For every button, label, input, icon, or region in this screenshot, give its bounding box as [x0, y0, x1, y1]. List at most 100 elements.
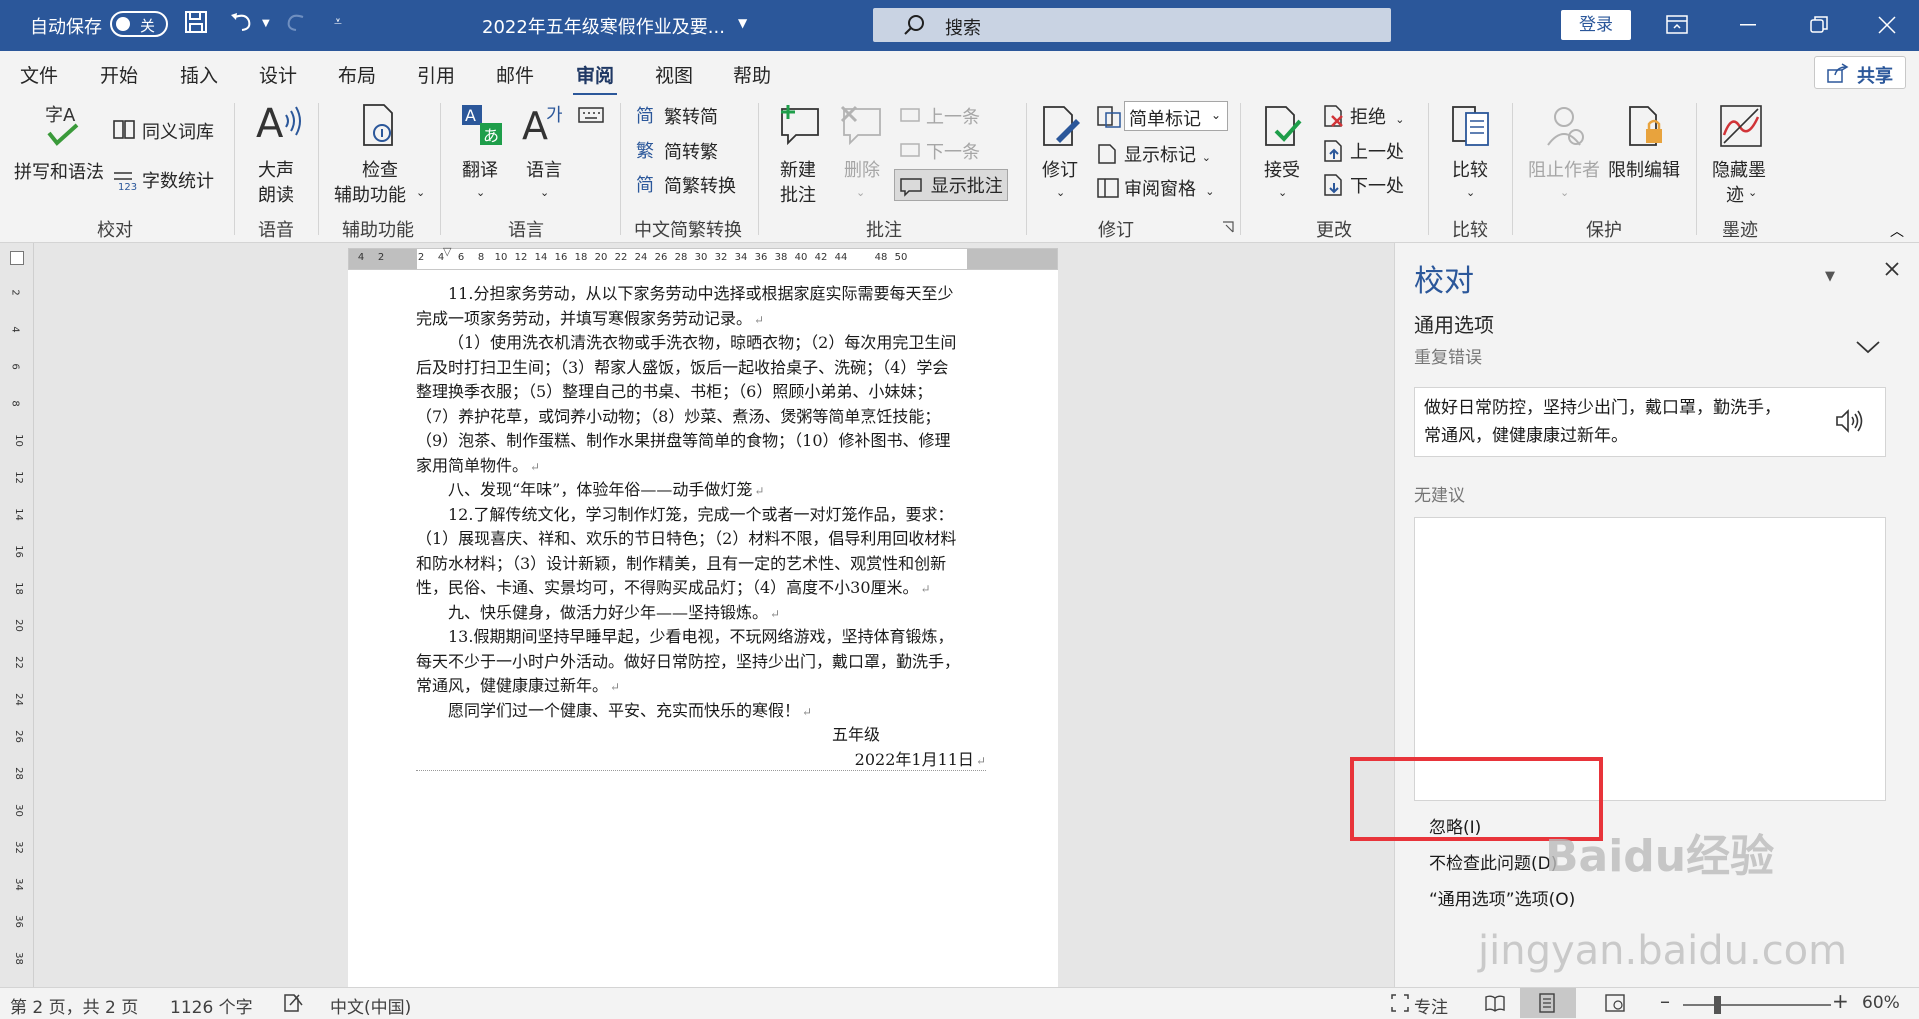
zoom-slider[interactable]: [1683, 1004, 1831, 1006]
login-button[interactable]: 登录: [1561, 10, 1631, 40]
check-accessibility-button[interactable]: 检查 辅助功能 ⌄: [334, 100, 426, 210]
wordcount-button[interactable]: 123 字数统计: [112, 167, 214, 193]
document-line[interactable]: （7）养护花草，或饲养小动物；（8）炒菜、煮汤、煲粥等简单烹饪技能；: [416, 403, 940, 427]
document-line[interactable]: 九、快乐健身，做活力好少年——坚持锻炼。 ↵: [448, 599, 780, 623]
search-box[interactable]: 搜索: [873, 8, 1391, 42]
show-markup-button[interactable]: 显示标记 ⌄: [1096, 141, 1211, 167]
tab-home[interactable]: 开始: [100, 61, 138, 88]
pane-options-icon[interactable]: ▼: [1825, 269, 1835, 284]
speaker-icon[interactable]: [1835, 408, 1865, 434]
tab-file[interactable]: 文件: [20, 61, 58, 88]
document-line[interactable]: 2022年1月11日 ↵: [416, 746, 986, 771]
tab-help[interactable]: 帮助: [733, 61, 771, 88]
word-count[interactable]: 1126 个字: [170, 993, 253, 1018]
restore-icon[interactable]: [1788, 0, 1848, 51]
document-line[interactable]: 家用简单物件。 ↵: [416, 452, 540, 476]
print-layout-icon[interactable]: [1520, 988, 1576, 1018]
context-box: 做好日常防控，坚持少出门，戴口罩，勤洗手， 常通风，健健康康过新年。: [1414, 387, 1886, 457]
tab-review[interactable]: 审阅: [572, 61, 618, 96]
compare-button[interactable]: 比较 ⌄: [1448, 100, 1494, 210]
document-line[interactable]: 12.了解传统文化，学习制作灯笼，完成一个或者一对灯笼作品，要求：: [448, 501, 953, 525]
proofing-status-icon[interactable]: [282, 993, 304, 1013]
share-button[interactable]: 共享: [1814, 56, 1906, 89]
translate-button[interactable]: Aあ 翻译 ⌄: [456, 100, 506, 210]
customize-qat-icon[interactable]: ⩡: [334, 14, 342, 30]
web-layout-icon[interactable]: [1604, 993, 1626, 1013]
s2t-button[interactable]: 繁 简转繁: [636, 138, 718, 164]
document-line[interactable]: 后及时打扫卫生间；（3）帮家人盛饭，饭后一起收拾桌子、洗碗；（4）学会: [416, 354, 948, 378]
first-line-indent-marker-icon[interactable]: ▽: [443, 245, 451, 258]
track-changes-button[interactable]: 修订 ⌄: [1040, 100, 1086, 210]
accept-button[interactable]: 接受 ⌄: [1262, 100, 1308, 210]
language-button[interactable]: A가 语言 ⌄: [520, 100, 570, 210]
tab-view[interactable]: 视图: [655, 61, 693, 88]
tab-selector-icon[interactable]: [10, 251, 24, 265]
ribbon-display-options-icon[interactable]: [1648, 0, 1708, 51]
horizontal-ruler[interactable]: 4 2 2 4 6 8 10 12 14 16 18 20 22 24 26 28 30 32 34 36 38 40 42…: [348, 245, 1058, 270]
new-comment-button[interactable]: 新建 批注: [774, 100, 824, 210]
title-dropdown-icon[interactable]: ▼: [738, 16, 747, 30]
document-line[interactable]: 五年级: [832, 721, 880, 745]
zoom-in-icon[interactable]: +: [1832, 989, 1849, 1013]
reject-button[interactable]: 拒绝 ⌄: [1322, 103, 1404, 129]
tracking-dialog-launcher-icon[interactable]: [1222, 221, 1234, 233]
show-comments-button[interactable]: 显示批注: [894, 169, 1008, 201]
document-line[interactable]: 和防水材料；（3）设计新颖，制作精美，且有一定的艺术性、观赏性和创新: [416, 550, 946, 574]
tab-references[interactable]: 引用: [417, 61, 455, 88]
document-line[interactable]: 完成一项家务劳动，并填写寒假家务劳动记录。 ↵: [416, 305, 764, 329]
prev-change-button[interactable]: 上一处: [1322, 138, 1404, 164]
minimize-icon[interactable]: [1718, 0, 1778, 51]
close-window-icon[interactable]: [1856, 0, 1916, 51]
hide-ink-button[interactable]: 隐藏墨 迹 ⌄: [1712, 100, 1768, 210]
t2s-button[interactable]: 简 繁转简: [636, 103, 718, 129]
document-title[interactable]: 2022年五年级寒假作业及要...: [482, 13, 725, 39]
prev-comment-button: 上一条: [898, 103, 980, 129]
document-line[interactable]: （1）使用洗衣机清洗衣物或手洗衣物，晾晒衣物；（2）每次用完卫生间: [448, 329, 956, 353]
save-icon[interactable]: [183, 9, 209, 35]
tab-mailings[interactable]: 邮件: [496, 61, 534, 88]
hide-ink-dropdown-icon: ⌄: [1748, 186, 1758, 199]
zoom-slider-thumb[interactable]: [1714, 996, 1721, 1014]
restrict-editing-button[interactable]: 限制编辑: [1608, 100, 1682, 210]
review-pane-button[interactable]: 审阅窗格 ⌄: [1096, 175, 1214, 201]
focus-icon[interactable]: [1390, 993, 1410, 1013]
autosave-toggle[interactable]: 关: [110, 11, 168, 37]
document-line[interactable]: 常通风，健健康康过新年。 ↵: [416, 672, 620, 696]
group-protect-label: 保护: [1586, 220, 1622, 241]
pane-close-icon[interactable]: [1884, 261, 1900, 277]
language-status[interactable]: 中文(中国): [330, 993, 411, 1018]
read-aloud-button[interactable]: A 大声 朗读: [256, 100, 302, 210]
undo-icon[interactable]: [228, 9, 256, 35]
thesaurus-button[interactable]: 同义词库: [112, 118, 214, 144]
keyboard-icon[interactable]: [578, 107, 604, 123]
proofing-options-link[interactable]: “通用选项”选项(O): [1429, 885, 1575, 910]
expand-chevron-icon[interactable]: [1855, 339, 1881, 355]
document-line[interactable]: 11.分担家务劳动，从以下家务劳动中选择或根据家庭实际需要每天至少: [448, 280, 953, 304]
document-line[interactable]: （9）泡茶、制作蛋糕、制作水果拼盘等简单的食物；（10）修补图书、修理: [416, 427, 951, 451]
tab-design[interactable]: 设计: [259, 61, 297, 88]
next-change-button[interactable]: 下一处: [1322, 172, 1404, 198]
dont-check-option[interactable]: 不检查此问题(D): [1429, 849, 1557, 874]
undo-dropdown-icon[interactable]: ▼: [262, 18, 270, 29]
document-line[interactable]: 每天不少于一小时户外活动。做好日常防控，坚持少出门，戴口罩，勤洗手，: [416, 648, 960, 672]
tab-insert[interactable]: 插入: [180, 61, 218, 88]
ruler-h-tick: 18: [574, 252, 588, 263]
document-line[interactable]: 愿同学们过一个健康、平安、充实而快乐的寒假！ ↵: [448, 697, 812, 721]
document-line[interactable]: （1）展现喜庆、祥和、欢乐的节日特色；（2）材料不限，倡导利用回收材料: [416, 525, 956, 549]
document-line[interactable]: 13.假期期间坚持早睡早起，少看电视，不玩网络游戏，坚持体育锻炼，: [448, 623, 953, 647]
document-line[interactable]: 性，民俗、卡通、实景均可，不得购买成品灯；（4）高度不小30厘米。 ↵: [416, 574, 931, 598]
context-line-2: 常通风，健健康康过新年。: [1424, 426, 1628, 446]
document-line[interactable]: 整理换季衣服；（5）整理自己的书桌、书柜；（6）照顾小弟弟、小妹妹；: [416, 378, 932, 402]
page-count[interactable]: 第 2 页，共 2 页: [10, 993, 138, 1018]
document-page[interactable]: 11.分担家务劳动，从以下家务劳动中选择或根据家庭实际需要每天至少 完成一项家务劳…: [348, 270, 1058, 987]
spelling-grammar-button[interactable]: 字A 拼写和语法: [14, 100, 110, 210]
zoom-out-icon[interactable]: –: [1660, 989, 1670, 1013]
collapse-ribbon-icon[interactable]: ︿: [1890, 221, 1904, 241]
focus-label[interactable]: 专注: [1414, 993, 1448, 1018]
markup-select[interactable]: 简单标记 ⌄: [1124, 101, 1228, 131]
tab-layout[interactable]: 布局: [338, 61, 376, 88]
zoom-level[interactable]: 60%: [1862, 993, 1900, 1013]
read-mode-icon[interactable]: [1484, 993, 1506, 1013]
sconv-button[interactable]: 简 简繁转换: [636, 172, 736, 198]
document-line[interactable]: 八、发现“年味”，体验年俗——动手做灯笼 ↵: [448, 476, 764, 500]
